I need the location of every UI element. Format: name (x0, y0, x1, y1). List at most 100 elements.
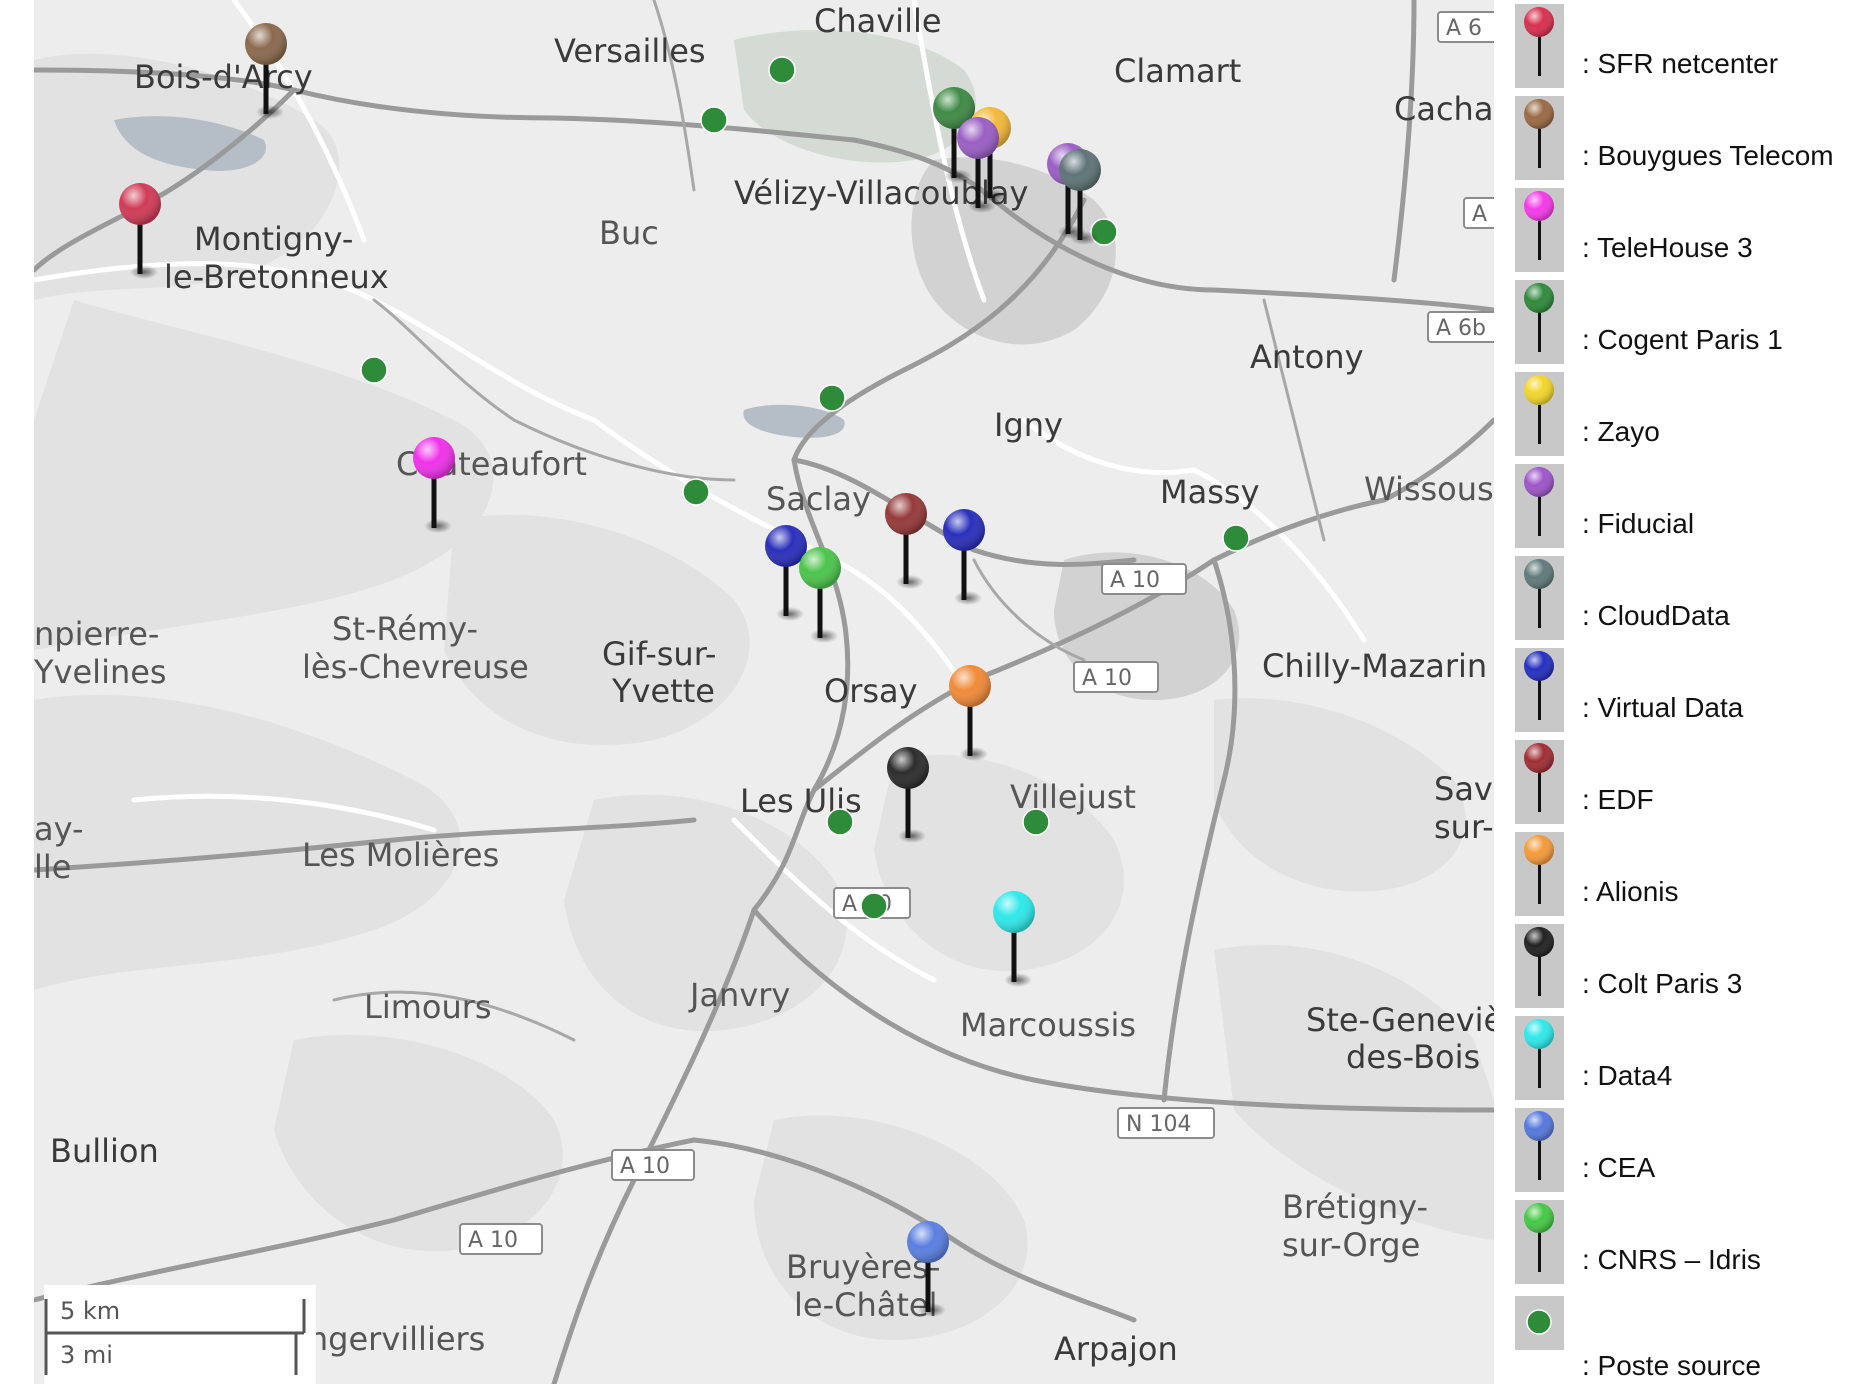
pin-icon (1515, 96, 1564, 180)
place-label: Saclay (766, 480, 871, 518)
legend-label: : CEA (1582, 1152, 1656, 1183)
pin-marker[interactable] (949, 665, 991, 761)
road-shield: A 10 (1073, 661, 1159, 693)
pin-icon (1515, 4, 1564, 88)
pin-icon (1515, 1108, 1564, 1192)
place-label: Brétigny- (1282, 1188, 1428, 1226)
pin-icon (1515, 648, 1564, 732)
place-label: Igny (994, 406, 1063, 444)
place-label: Savi (1434, 770, 1494, 808)
svg-text:A 10: A 10 (620, 1154, 670, 1179)
place-label: Bois-d'Arcy (134, 58, 313, 96)
place-label: Les Molières (302, 836, 499, 874)
place-label: des-Bois (1346, 1038, 1480, 1076)
legend-item: : Bouygues Telecom (1512, 92, 1876, 184)
road-shield: A 10 (1101, 563, 1187, 595)
place-label: Antony (1250, 338, 1364, 376)
poste-source-marker[interactable] (826, 808, 854, 836)
place-label: Yvelines (34, 653, 167, 691)
road-shield: A (1463, 197, 1494, 229)
pin-icon (1515, 464, 1564, 548)
pin-icon (1515, 832, 1564, 916)
place-label: Limours (364, 988, 492, 1026)
place-label: Bullion (50, 1132, 159, 1170)
place-label: Cacha (1394, 90, 1493, 128)
pin-marker[interactable] (943, 509, 985, 605)
place-label: lle (34, 848, 71, 886)
pin-marker[interactable] (799, 547, 841, 643)
svg-text:A 6: A 6 (1446, 16, 1482, 41)
legend-item: : TeleHouse 3 (1512, 184, 1876, 276)
legend-label: : Poste source (1582, 1350, 1761, 1381)
legend-label: : Alionis (1582, 876, 1679, 907)
pin-icon (1515, 1200, 1564, 1284)
poste-source-marker[interactable] (1022, 808, 1050, 836)
legend: : SFR netcenter : Bouygues Telecom : TeleH… (1512, 0, 1876, 1386)
place-label: Clamart (1114, 52, 1241, 90)
map-view[interactable]: A 6AA 6bA 10A 10A 10N 104A 10A 10 Bois-d… (34, 0, 1494, 1384)
place-label: npierre- (34, 615, 159, 653)
legend-label: : CNRS – Idris (1582, 1244, 1761, 1275)
pin-icon (1515, 188, 1564, 272)
place-label: Wissous (1364, 470, 1494, 508)
legend-label: : TeleHouse 3 (1582, 232, 1753, 263)
place-label: Chilly-Mazarin (1262, 647, 1487, 685)
legend-item: : CEA (1512, 1104, 1876, 1196)
svg-text:A 10: A 10 (1082, 666, 1132, 691)
place-label: Buc (599, 214, 659, 252)
poste-source-marker[interactable] (1222, 524, 1250, 552)
legend-item: : EDF (1512, 736, 1876, 828)
legend-item: : Cogent Paris 1 (1512, 276, 1876, 368)
place-label: sur- (1434, 808, 1494, 846)
legend-label: : Fiducial (1582, 508, 1695, 539)
legend-label: : Data4 (1582, 1060, 1673, 1091)
road-shield: N 104 (1117, 1107, 1215, 1139)
legend-label: : Virtual Data (1582, 692, 1744, 723)
pin-icon (1515, 1016, 1564, 1100)
legend-label: : Bouygues Telecom (1582, 140, 1834, 171)
place-label: Ste-Genevièv (1306, 1001, 1494, 1039)
legend-item: : Virtual Data (1512, 644, 1876, 736)
place-label: sur-Orge (1282, 1226, 1420, 1264)
place-label: Yvette (611, 672, 715, 710)
svg-text:A 6b: A 6b (1436, 316, 1486, 341)
pin-icon (1515, 740, 1564, 824)
legend-item: : SFR netcenter (1512, 0, 1876, 92)
place-label: Massy (1160, 473, 1260, 511)
legend-item: : Poste source (1512, 1292, 1876, 1384)
place-label: Versailles (554, 32, 706, 70)
place-label: le-Bretonneux (164, 258, 389, 296)
place-label: ay- (34, 810, 84, 848)
legend-item: : Data4 (1512, 1012, 1876, 1104)
legend-item: : Fiducial (1512, 460, 1876, 552)
road-shield: A 10 (459, 1223, 543, 1255)
poste-source-marker[interactable] (768, 56, 796, 84)
scale-mi-label: 3 mi (60, 1341, 113, 1369)
pin-marker[interactable] (885, 493, 927, 589)
road-shield: A 6 (1437, 11, 1494, 43)
poste-source-marker[interactable] (682, 478, 710, 506)
pin-icon (1515, 280, 1564, 364)
place-label: Gif-sur- (602, 635, 716, 673)
pin-icon (1515, 372, 1564, 456)
place-label: Orsay (824, 672, 918, 710)
legend-label: : Cogent Paris 1 (1582, 324, 1783, 355)
place-label: Chaville (814, 2, 942, 40)
scale-bar: 5 km 3 mi (44, 1285, 316, 1384)
legend-item: : CNRS – Idris (1512, 1196, 1876, 1288)
poste-source-marker[interactable] (360, 356, 388, 384)
svg-text:A 10: A 10 (468, 1228, 518, 1253)
scale-km-label: 5 km (60, 1297, 121, 1325)
poste-source-marker[interactable] (818, 384, 846, 412)
poste-source-marker[interactable] (860, 892, 888, 920)
legend-label: : EDF (1582, 784, 1654, 815)
svg-text:N 104: N 104 (1126, 1112, 1191, 1137)
place-label: le-Châtel (794, 1286, 937, 1324)
place-label: lès-Chevreuse (302, 648, 529, 686)
legend-label: : Zayo (1582, 416, 1660, 447)
svg-text:A 10: A 10 (1110, 568, 1160, 593)
poste-source-marker[interactable] (700, 106, 728, 134)
pin-icon (1515, 556, 1564, 640)
legend-item: : Colt Paris 3 (1512, 920, 1876, 1012)
legend-item: : Alionis (1512, 828, 1876, 920)
